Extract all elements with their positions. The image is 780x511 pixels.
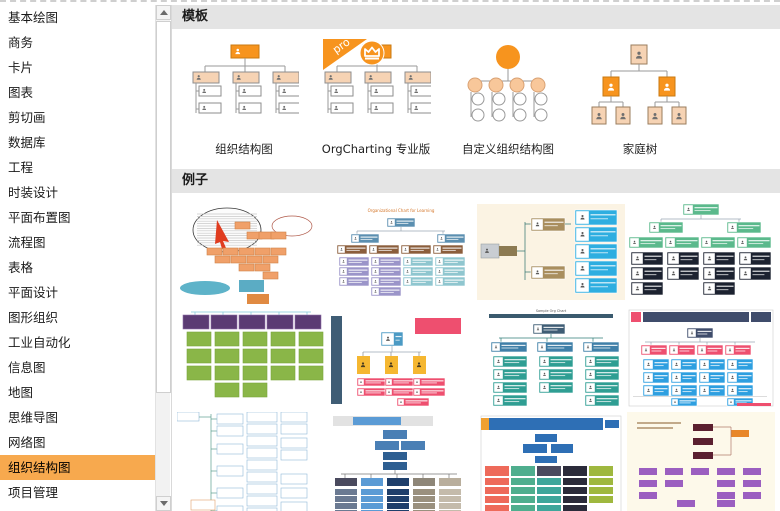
sidebar-item-label: 网络图	[8, 435, 46, 450]
sidebar-item-7[interactable]: 时装设计	[0, 180, 160, 205]
sidebar-item-label: 地图	[8, 385, 34, 400]
template-thumbnail-orgchart-boxes[interactable]: pro	[317, 39, 435, 131]
example-thumbnail-11[interactable]	[627, 412, 775, 511]
sidebar-item-label: 图形组织	[8, 310, 59, 325]
sidebar-item-19[interactable]: 项目管理	[0, 480, 160, 505]
sidebar-item-label: 基本绘图	[8, 10, 59, 25]
sidebar-item-16[interactable]: 思维导图	[0, 405, 160, 430]
sidebar-item-6[interactable]: 工程	[0, 155, 160, 180]
template-card-label: 组织结构图	[215, 142, 273, 156]
sidebar-item-label: 图表	[8, 85, 34, 100]
sidebar-item-15[interactable]: 地图	[0, 380, 160, 405]
sidebar-item-4[interactable]: 剪切画	[0, 105, 160, 130]
sidebar-scrollbar-thumb[interactable]	[156, 21, 171, 393]
example-thumbnail-9[interactable]	[327, 412, 475, 511]
category-list: 基本绘图商务卡片图表剪切画数据库工程时装设计平面布置图流程图表格平面设计图形组织…	[0, 5, 160, 505]
scroll-up-arrow-icon[interactable]	[156, 5, 171, 20]
gallery-main-panel: 模板 组织结构图 pro OrgCharting 专业版 自定义组织结构图 家庭树 例子…	[172, 0, 780, 511]
template-thumbnail-orgchart-boxes[interactable]	[185, 39, 303, 131]
example-thumbnail-1[interactable]: Organizational Chart for Learning	[327, 200, 475, 304]
sidebar-item-8[interactable]: 平面布置图	[0, 205, 160, 230]
sidebar-item-3[interactable]: 图表	[0, 80, 160, 105]
template-card-label: 自定义组织结构图	[462, 142, 554, 156]
sidebar-item-label: 卡片	[8, 60, 34, 75]
sidebar-item-label: 流程图	[8, 235, 46, 250]
template-card-2[interactable]: 自定义组织结构图	[448, 39, 568, 157]
sidebar-item-label: 项目管理	[8, 485, 59, 500]
svg-text:Sample Org Chart: Sample Org Chart	[536, 309, 567, 313]
examples-section-header: 例子	[172, 169, 780, 193]
template-card-1[interactable]: pro OrgCharting 专业版	[316, 39, 436, 157]
sidebar-item-label: 表格	[8, 260, 34, 275]
sidebar-item-label: 工程	[8, 160, 34, 175]
sidebar-item-label: 工业自动化	[8, 335, 71, 350]
template-card-3[interactable]: 家庭树	[580, 39, 700, 157]
template-gallery-window: 基本绘图商务卡片图表剪切画数据库工程时装设计平面布置图流程图表格平面设计图形组织…	[0, 0, 780, 511]
sidebar-item-11[interactable]: 平面设计	[0, 280, 160, 305]
examples-grid: Organizational Chart for Learning Sample …	[172, 193, 780, 511]
sidebar-item-label: 平面设计	[8, 285, 59, 300]
sidebar-scrollbar[interactable]	[155, 5, 171, 511]
example-thumbnail-7[interactable]	[627, 306, 775, 410]
sidebar-item-label: 信息图	[8, 360, 46, 375]
template-thumbnail-orgchart-circles[interactable]	[449, 39, 567, 131]
example-thumbnail-3[interactable]	[627, 200, 775, 304]
scroll-down-arrow-icon[interactable]	[156, 496, 171, 511]
svg-text:Organizational Chart for Learn: Organizational Chart for Learning	[368, 208, 435, 213]
sidebar-item-13[interactable]: 工业自动化	[0, 330, 160, 355]
templates-row: 组织结构图 pro OrgCharting 专业版 自定义组织结构图 家庭树	[172, 29, 780, 169]
sidebar-item-9[interactable]: 流程图	[0, 230, 160, 255]
template-thumbnail-family-tree[interactable]	[581, 39, 699, 131]
example-thumbnail-0[interactable]	[177, 200, 325, 304]
sidebar-item-label: 时装设计	[8, 185, 59, 200]
sidebar-item-10[interactable]: 表格	[0, 255, 160, 280]
sidebar-item-14[interactable]: 信息图	[0, 355, 160, 380]
example-thumbnail-5[interactable]	[327, 306, 475, 410]
sidebar-item-label: 组织结构图	[8, 460, 71, 475]
example-thumbnail-10[interactable]	[477, 412, 625, 511]
window-top-edge	[0, 0, 780, 5]
sidebar-item-label: 商务	[8, 35, 34, 50]
sidebar-item-label: 数据库	[8, 135, 46, 150]
example-thumbnail-6[interactable]: Sample Org Chart	[477, 306, 625, 410]
sidebar-item-label: 思维导图	[8, 410, 59, 425]
template-card-label: OrgCharting 专业版	[321, 142, 431, 156]
example-thumbnail-8[interactable]	[177, 412, 325, 511]
sidebar-item-17[interactable]: 网络图	[0, 430, 160, 455]
crown-icon	[359, 40, 385, 66]
sidebar-item-1[interactable]: 商务	[0, 30, 160, 55]
sidebar-item-label: 平面布置图	[8, 210, 71, 225]
sidebar-item-label: 剪切画	[8, 110, 46, 125]
sidebar-item-2[interactable]: 卡片	[0, 55, 160, 80]
template-card-label: 家庭树	[622, 142, 658, 156]
example-thumbnail-2[interactable]	[477, 200, 625, 304]
templates-section-header: 模板	[172, 5, 780, 29]
example-thumbnail-4[interactable]	[177, 306, 325, 410]
sidebar-item-5[interactable]: 数据库	[0, 130, 160, 155]
sidebar-item-12[interactable]: 图形组织	[0, 305, 160, 330]
category-sidebar[interactable]: 基本绘图商务卡片图表剪切画数据库工程时装设计平面布置图流程图表格平面设计图形组织…	[0, 0, 172, 511]
sidebar-item-18[interactable]: 组织结构图	[0, 455, 160, 480]
template-card-0[interactable]: 组织结构图	[184, 39, 304, 157]
sidebar-item-0[interactable]: 基本绘图	[0, 5, 160, 30]
